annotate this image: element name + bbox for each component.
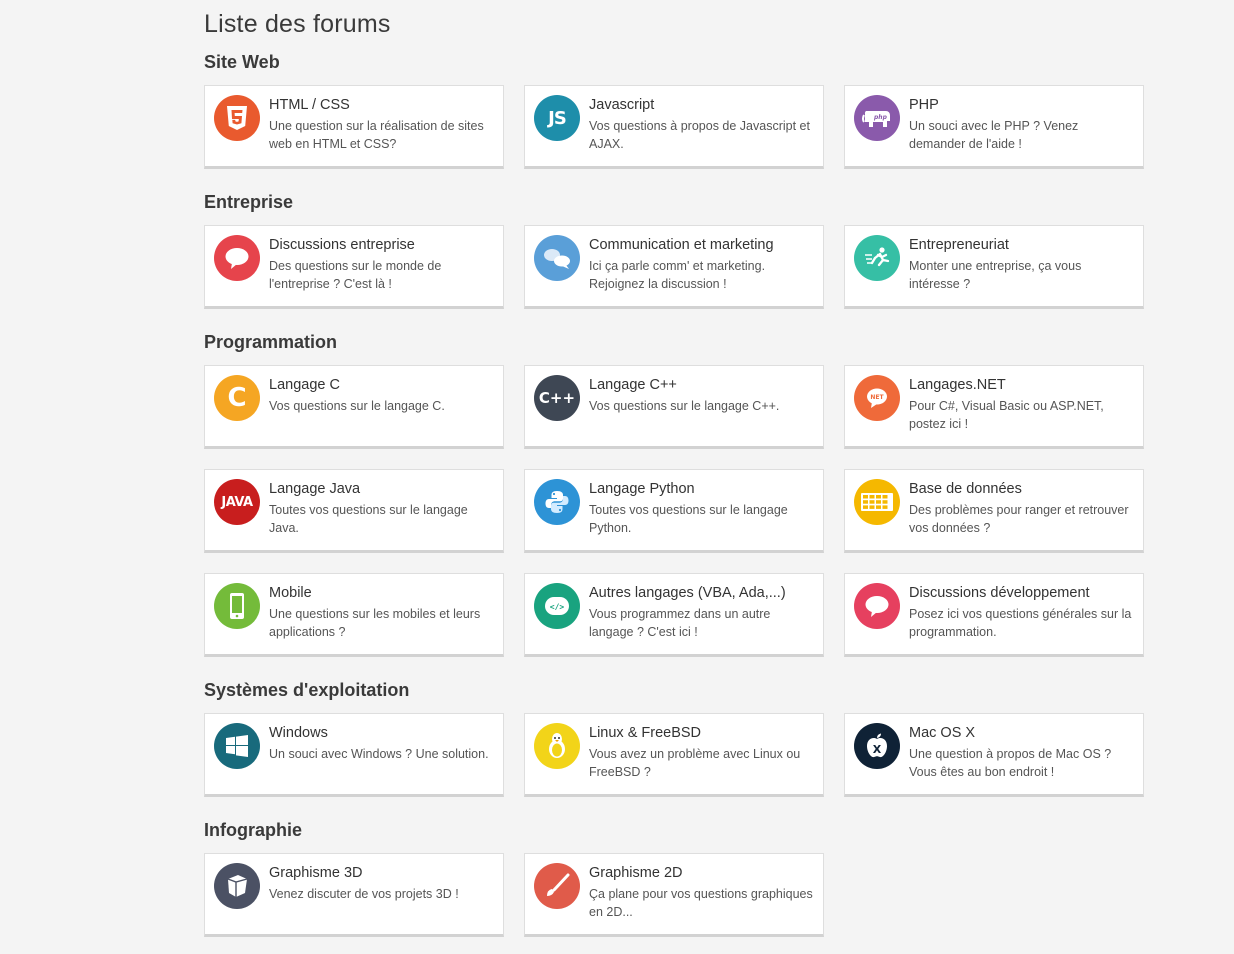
macosx-icon: X bbox=[854, 723, 900, 769]
section-infographie: Infographie Graphisme 3D Venez discuter de… bbox=[204, 819, 1164, 937]
forum-card[interactable]: C++ Langage C++ Vos questions sur le langa… bbox=[524, 365, 824, 449]
forum-name[interactable]: Langage Java bbox=[269, 481, 495, 497]
forum-card[interactable]: Windows Un souci avec Windows ? Une solut… bbox=[204, 713, 504, 797]
forum-description: Ici ça parle comm' et marketing. Rejoign… bbox=[589, 259, 766, 291]
js-icon: JS bbox=[534, 95, 580, 141]
forum-description: Une questions sur les mobiles et leurs a… bbox=[269, 607, 481, 639]
forum-name[interactable]: Linux & FreeBSD bbox=[589, 725, 815, 741]
forum-description: Venez discuter de vos projets 3D ! bbox=[269, 887, 459, 901]
page-title: Liste des forums bbox=[204, 10, 391, 38]
php-elephant-icon: php bbox=[854, 95, 900, 141]
section-title: Systèmes d'exploitation bbox=[204, 680, 410, 700]
dotnet-icon: NET bbox=[854, 375, 900, 421]
speech-bubble-icon bbox=[854, 583, 900, 629]
forum-name[interactable]: Graphisme 3D bbox=[269, 865, 495, 881]
html5-icon bbox=[214, 95, 260, 141]
cube-3d-icon bbox=[214, 863, 260, 909]
brush-icon bbox=[534, 863, 580, 909]
cpp-icon: C++ bbox=[534, 375, 580, 421]
forum-description: Ça plane pour vos questions graphiques e… bbox=[589, 887, 813, 919]
chat-bubbles-icon bbox=[534, 235, 580, 281]
forum-card[interactable]: Communication et marketing Ici ça parle c… bbox=[524, 225, 824, 309]
forum-description: Vos questions à propos de Javascript et … bbox=[589, 119, 810, 151]
forum-card[interactable]: JS Javascript Vos questions à propos de Ja… bbox=[524, 85, 824, 169]
forum-description: Des questions sur le monde de l'entrepri… bbox=[269, 259, 442, 291]
forum-description: Un souci avec le PHP ? Venez demander de… bbox=[909, 119, 1079, 151]
database-grid-icon bbox=[854, 479, 900, 525]
forum-card[interactable]: C Langage C Vos questions sur le langage C… bbox=[204, 365, 504, 449]
section-site-web: Site Web HTML / CSS Une question sur la ré… bbox=[204, 51, 1164, 169]
python-icon bbox=[534, 479, 580, 525]
section-entreprise: Entreprise Discussions entreprise Des ques… bbox=[204, 191, 1164, 309]
section-title: Infographie bbox=[204, 820, 302, 840]
forum-card[interactable]: Graphisme 2D Ça plane pour vos questions … bbox=[524, 853, 824, 937]
forum-name[interactable]: Langage C bbox=[269, 377, 495, 393]
forum-name[interactable]: Mac OS X bbox=[909, 725, 1135, 741]
section-programmation: Programmation C Langage C Vos questions sur… bbox=[204, 331, 1164, 657]
forum-card[interactable]: Entrepreneuriat Monter une entreprise, ça… bbox=[844, 225, 1144, 309]
forum-description: Un souci avec Windows ? Une solution. bbox=[269, 747, 489, 761]
forum-card[interactable]: X Mac OS X Une question à propos de Mac OS… bbox=[844, 713, 1144, 797]
forum-card[interactable]: Langage Python Toutes vos questions sur l… bbox=[524, 469, 824, 553]
forum-description: Une question à propos de Mac OS ? Vous ê… bbox=[909, 747, 1112, 779]
svg-text:NET: NET bbox=[870, 394, 884, 401]
mobile-phone-icon bbox=[214, 583, 260, 629]
forum-card[interactable]: Graphisme 3D Venez discuter de vos projet… bbox=[204, 853, 504, 937]
speech-bubble-icon bbox=[214, 235, 260, 281]
section-syst-mes-d-exploitation: Systèmes d'exploitation Windows Un souci a… bbox=[204, 679, 1164, 797]
forum-card[interactable]: Base de données Des problèmes pour ranger… bbox=[844, 469, 1144, 553]
forum-name[interactable]: Mobile bbox=[269, 585, 495, 601]
forum-card[interactable]: php PHP Un souci avec le PHP ? Venez deman… bbox=[844, 85, 1144, 169]
forum-description: Vos questions sur le langage C. bbox=[269, 399, 445, 413]
svg-text:X: X bbox=[873, 743, 882, 756]
forum-name[interactable]: Langage C++ bbox=[589, 377, 815, 393]
forum-description: Monter une entreprise, ça vous intéresse… bbox=[909, 259, 1082, 291]
forum-card[interactable]: Discussions développement Posez ici vos q… bbox=[844, 573, 1144, 657]
windows-icon bbox=[214, 723, 260, 769]
tux-icon bbox=[534, 723, 580, 769]
svg-text:</>: </> bbox=[550, 603, 565, 612]
forum-description: Pour C#, Visual Basic ou ASP.NET, postez… bbox=[909, 399, 1104, 431]
forum-name[interactable]: Langage Python bbox=[589, 481, 815, 497]
section-title: Entreprise bbox=[204, 192, 294, 212]
section-title: Programmation bbox=[204, 332, 338, 352]
forum-name[interactable]: Javascript bbox=[589, 97, 815, 113]
forum-name[interactable]: PHP bbox=[909, 97, 1135, 113]
forum-card[interactable]: Mobile Une questions sur les mobiles et l… bbox=[204, 573, 504, 657]
java-icon: JAVA bbox=[214, 479, 260, 525]
forum-name[interactable]: Entrepreneuriat bbox=[909, 237, 1135, 253]
forum-description: Vous avez un problème avec Linux ou Free… bbox=[589, 747, 801, 779]
forum-description: Posez ici vos questions générales sur la… bbox=[909, 607, 1132, 639]
forum-description: Une question sur la réalisation de sites… bbox=[269, 119, 484, 151]
c-icon: C bbox=[214, 375, 260, 421]
forum-name[interactable]: Graphisme 2D bbox=[589, 865, 815, 881]
forum-name[interactable]: Communication et marketing bbox=[589, 237, 815, 253]
forum-name[interactable]: Base de données bbox=[909, 481, 1135, 497]
forum-name[interactable]: Discussions développement bbox=[909, 585, 1135, 601]
forum-card[interactable]: Discussions entreprise Des questions sur … bbox=[204, 225, 504, 309]
section-title: Site Web bbox=[204, 52, 280, 72]
forum-name[interactable]: HTML / CSS bbox=[269, 97, 495, 113]
running-man-icon bbox=[854, 235, 900, 281]
forum-name[interactable]: Discussions entreprise bbox=[269, 237, 495, 253]
forum-description: Des problèmes pour ranger et retrouver v… bbox=[909, 503, 1129, 535]
forum-card[interactable]: NET Langages.NET Pour C#, Visual Basic ou … bbox=[844, 365, 1144, 449]
forum-description: Vos questions sur le langage C++. bbox=[589, 399, 780, 413]
forum-description: Vous programmez dans un autre langage ? … bbox=[589, 607, 771, 639]
forum-card[interactable]: </> Autres langages (VBA, Ada,...) Vous pr… bbox=[524, 573, 824, 657]
forum-description: Toutes vos questions sur le langage Java… bbox=[269, 503, 468, 535]
forum-name[interactable]: Windows bbox=[269, 725, 495, 741]
forum-card[interactable]: JAVA Langage Java Toutes vos questions sur… bbox=[204, 469, 504, 553]
svg-text:php: php bbox=[873, 114, 888, 121]
forum-card[interactable]: Linux & FreeBSD Vous avez un problème ave… bbox=[524, 713, 824, 797]
forum-card[interactable]: HTML / CSS Une question sur la réalisatio… bbox=[204, 85, 504, 169]
forum-description: Toutes vos questions sur le langage Pyth… bbox=[589, 503, 788, 535]
forum-name[interactable]: Langages.NET bbox=[909, 377, 1135, 393]
forum-name[interactable]: Autres langages (VBA, Ada,...) bbox=[589, 585, 815, 601]
code-tag-icon: </> bbox=[534, 583, 580, 629]
